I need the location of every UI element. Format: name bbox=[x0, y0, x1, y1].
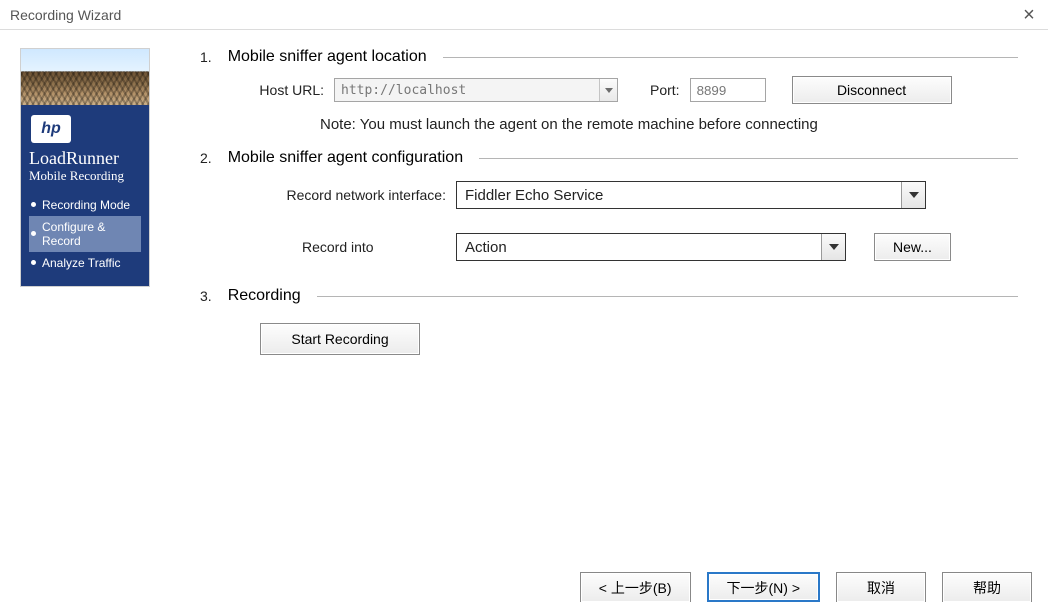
next-button[interactable]: 下一步(N) > bbox=[707, 572, 821, 602]
record-into-select[interactable]: Action bbox=[456, 233, 846, 261]
host-url-label: Host URL: bbox=[250, 82, 324, 98]
record-into-value: Action bbox=[457, 239, 821, 256]
product-subtitle: Mobile Recording bbox=[29, 168, 141, 184]
section-3-title: Recording bbox=[228, 287, 301, 305]
host-url-value: http://localhost bbox=[335, 83, 599, 98]
start-recording-button[interactable]: Start Recording bbox=[260, 323, 420, 355]
bullet-icon bbox=[31, 231, 36, 236]
close-icon[interactable]: × bbox=[1014, 0, 1044, 30]
section-1-header: 1. Mobile sniffer agent location bbox=[200, 48, 1018, 66]
back-button[interactable]: < 上一步(B) bbox=[580, 572, 691, 602]
hp-logo: hp bbox=[31, 115, 71, 143]
sidebar-item-label: Configure & Record bbox=[42, 220, 139, 248]
record-interface-label: Record network interface: bbox=[250, 187, 446, 203]
disconnect-button[interactable]: Disconnect bbox=[792, 76, 952, 104]
sidebar-item-analyze-traffic[interactable]: Analyze Traffic bbox=[29, 252, 141, 274]
section-3-header: 3. Recording bbox=[200, 287, 1018, 305]
chevron-down-icon[interactable] bbox=[599, 79, 617, 101]
recording-wizard-window: Recording Wizard × hp LoadRunner Mobile … bbox=[0, 0, 1048, 602]
port-label: Port: bbox=[650, 82, 680, 98]
window-title: Recording Wizard bbox=[10, 7, 121, 23]
wizard-sidebar: hp LoadRunner Mobile Recording Recording… bbox=[20, 48, 150, 287]
record-interface-select[interactable]: Fiddler Echo Service bbox=[456, 181, 926, 209]
wizard-main: 1. Mobile sniffer agent location Host UR… bbox=[150, 30, 1048, 361]
sidebar-banner-image bbox=[21, 49, 149, 105]
help-button[interactable]: 帮助 bbox=[942, 572, 1032, 602]
title-bar: Recording Wizard bbox=[0, 0, 1048, 30]
section-divider bbox=[479, 158, 1018, 159]
record-into-label: Record into bbox=[250, 239, 446, 255]
cancel-button[interactable]: 取消 bbox=[836, 572, 926, 602]
bullet-icon bbox=[31, 260, 36, 265]
section-1-number: 1. bbox=[200, 49, 212, 65]
product-title: LoadRunner bbox=[29, 149, 141, 168]
section-divider bbox=[443, 57, 1018, 58]
section-2-title: Mobile sniffer agent configuration bbox=[228, 149, 463, 167]
host-url-combo[interactable]: http://localhost bbox=[334, 78, 618, 102]
section-2-number: 2. bbox=[200, 150, 212, 166]
sidebar-item-configure-record[interactable]: Configure & Record bbox=[29, 216, 141, 252]
sidebar-item-label: Analyze Traffic bbox=[42, 256, 120, 270]
new-button[interactable]: New... bbox=[874, 233, 951, 261]
agent-note: Note: You must launch the agent on the r… bbox=[320, 116, 1018, 133]
sidebar-item-label: Recording Mode bbox=[42, 198, 130, 212]
sidebar-item-recording-mode[interactable]: Recording Mode bbox=[29, 194, 141, 216]
section-3-number: 3. bbox=[200, 288, 212, 304]
section-1-title: Mobile sniffer agent location bbox=[228, 48, 427, 66]
chevron-down-icon[interactable] bbox=[901, 182, 925, 208]
chevron-down-icon[interactable] bbox=[821, 234, 845, 260]
sidebar-panel: hp LoadRunner Mobile Recording Recording… bbox=[21, 105, 149, 286]
wizard-footer: < 上一步(B) 下一步(N) > 取消 帮助 bbox=[580, 572, 1032, 602]
port-input[interactable] bbox=[690, 78, 766, 102]
bullet-icon bbox=[31, 202, 36, 207]
section-divider bbox=[317, 296, 1018, 297]
section-2-header: 2. Mobile sniffer agent configuration bbox=[200, 149, 1018, 167]
record-interface-value: Fiddler Echo Service bbox=[457, 187, 901, 204]
hp-logo-text: hp bbox=[41, 120, 61, 138]
